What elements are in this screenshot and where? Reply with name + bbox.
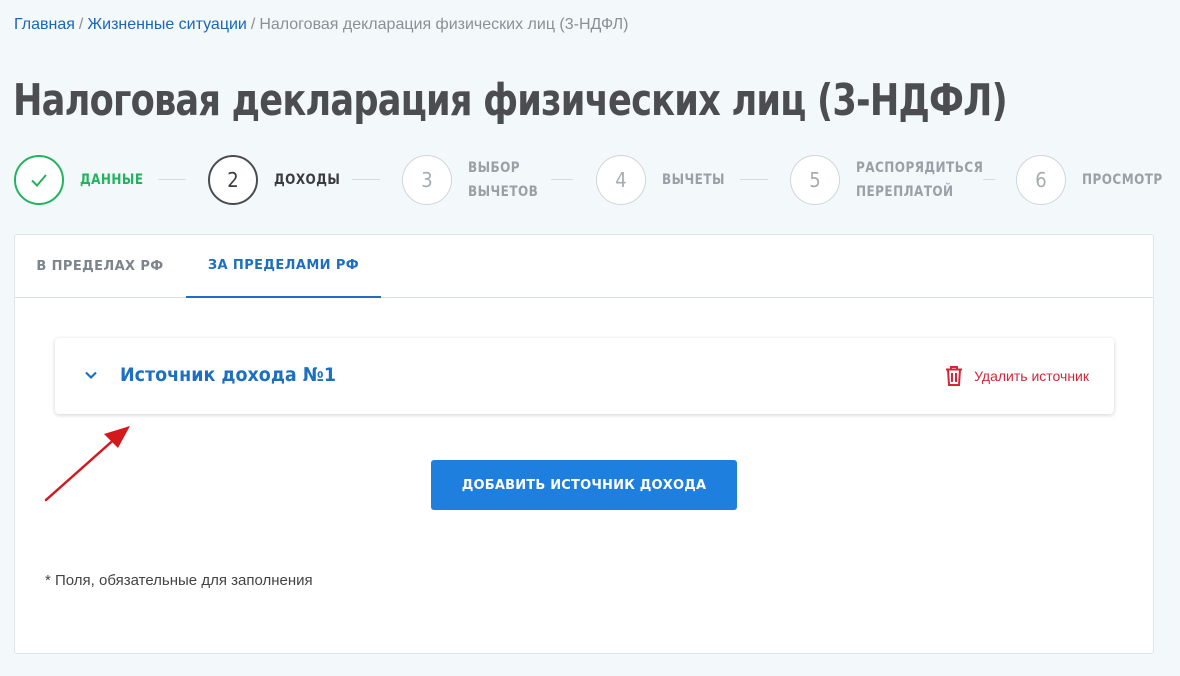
step-label: ДАННЫЕ	[80, 172, 144, 188]
tab-outside-russia[interactable]: ЗА ПРЕДЕЛАМИ РФ	[186, 235, 381, 298]
required-fields-note: * Поля, обязательные для заполнения	[45, 572, 313, 589]
step-deductions[interactable]: 4 ВЫЧЕТЫ	[596, 155, 735, 205]
step-label: РАСПОРЯДИТЬСЯ ПЕРЕПЛАТОЙ	[856, 160, 984, 200]
step-income[interactable]: 2 ДОХОДЫ	[208, 155, 351, 205]
tab-within-russia[interactable]: В ПРЕДЕЛАХ РФ	[15, 235, 185, 298]
step-label: ПРОСМОТР	[1082, 172, 1163, 188]
breadcrumb-section-link[interactable]: Жизненные ситуации	[87, 16, 247, 33]
annotation-arrow-icon	[44, 426, 130, 502]
step-overpayment[interactable]: 5 РАСПОРЯДИТЬСЯ ПЕРЕПЛАТОЙ	[790, 155, 1004, 205]
step-label: ВЫЧЕТЫ	[662, 172, 725, 188]
step-circle: 5	[790, 155, 840, 205]
step-connector	[158, 179, 186, 180]
step-circle: 2	[208, 155, 258, 205]
breadcrumb-separator: /	[78, 16, 84, 33]
add-income-source-button[interactable]: ДОБАВИТЬ ИСТОЧНИК ДОХОДА	[431, 460, 737, 510]
step-circle: 6	[1016, 155, 1066, 205]
income-source-panel: Источник дохода №1 Удалить источник	[55, 338, 1114, 414]
step-circle	[14, 155, 64, 205]
step-choose-deductions[interactable]: 3 ВЫБОР ВЫЧЕТОВ	[402, 155, 550, 205]
checkmark-icon	[31, 174, 47, 187]
step-connector	[352, 179, 380, 180]
breadcrumb-current: Налоговая декларация физических лиц (3-Н…	[259, 16, 629, 33]
trash-icon	[946, 366, 963, 386]
step-circle: 3	[402, 155, 452, 205]
step-preview[interactable]: 6 ПРОСМОТР	[1016, 155, 1176, 205]
step-circle: 4	[596, 155, 646, 205]
delete-source-label: Удалить источник	[974, 368, 1089, 384]
step-connector	[551, 179, 573, 180]
step-label: ДОХОДЫ	[274, 172, 341, 188]
breadcrumb-home-link[interactable]: Главная	[14, 16, 75, 33]
page-title: Налоговая декларация физических лиц (3-Н…	[13, 75, 1008, 126]
step-label: ВЫБОР ВЫЧЕТОВ	[468, 160, 539, 200]
income-source-title[interactable]: Источник дохода №1	[120, 364, 336, 386]
step-progress: ДАННЫЕ 2 ДОХОДЫ 3 ВЫБОР ВЫЧЕТОВ 4 ВЫЧЕТЫ…	[0, 155, 1180, 205]
breadcrumb-separator: /	[250, 16, 256, 33]
breadcrumb: Главная / Жизненные ситуации / Налоговая дек…	[14, 15, 628, 35]
step-connector	[740, 179, 768, 180]
chevron-down-icon[interactable]	[83, 367, 99, 383]
income-card: В ПРЕДЕЛАХ РФ ЗА ПРЕДЕЛАМИ РФ Источник д…	[14, 234, 1154, 654]
tab-bar: В ПРЕДЕЛАХ РФ ЗА ПРЕДЕЛАМИ РФ	[15, 235, 1153, 298]
step-data[interactable]: ДАННЫЕ	[14, 155, 154, 205]
delete-source-button[interactable]: Удалить источник	[944, 364, 1089, 388]
